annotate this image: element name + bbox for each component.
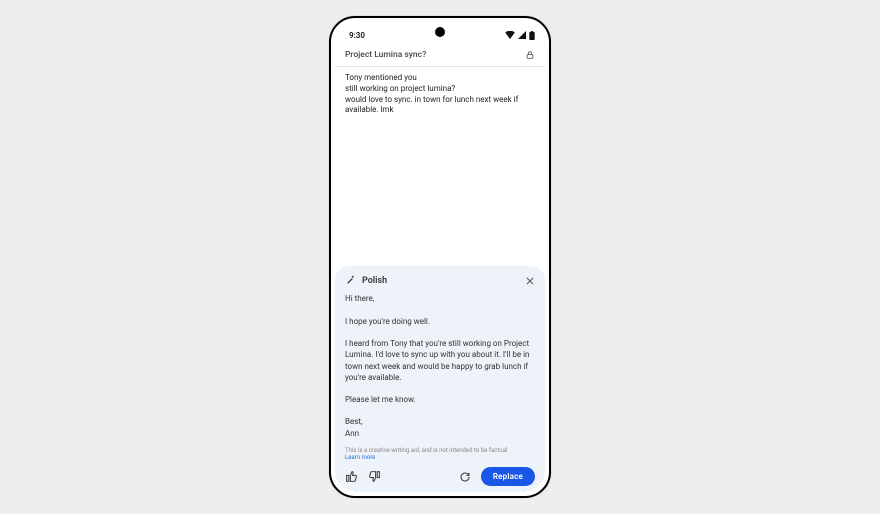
replace-button[interactable]: Replace — [481, 467, 535, 486]
learn-more-link[interactable]: Learn more — [345, 454, 535, 461]
subject-text: Project Lumina sync? — [345, 50, 426, 60]
subject-row: Project Lumina sync? — [335, 44, 545, 67]
signal-icon — [518, 31, 526, 39]
polish-disclaimer: This is a creative writing aid, and is n… — [345, 447, 535, 454]
polish-title: Polish — [362, 276, 387, 286]
compose-body[interactable]: Tony mentioned you still working on proj… — [335, 67, 545, 120]
close-icon[interactable] — [525, 276, 535, 286]
thumbs-down-icon[interactable] — [368, 470, 381, 483]
refresh-icon[interactable] — [459, 471, 471, 483]
wifi-icon — [505, 31, 515, 39]
phone-frame: 9:30 Project Lumina sync? Tony mentioned… — [329, 16, 551, 498]
battery-icon — [529, 31, 535, 40]
polish-text: Hi there, I hope you're doing well. I he… — [345, 293, 535, 438]
magic-wand-icon — [345, 274, 356, 288]
lock-icon[interactable] — [525, 50, 535, 60]
status-bar: 9:30 — [335, 22, 545, 44]
polish-sheet: Polish Hi there, I hope you're doing wel… — [335, 266, 545, 492]
thumbs-up-icon[interactable] — [345, 470, 358, 483]
status-time: 9:30 — [349, 31, 365, 40]
